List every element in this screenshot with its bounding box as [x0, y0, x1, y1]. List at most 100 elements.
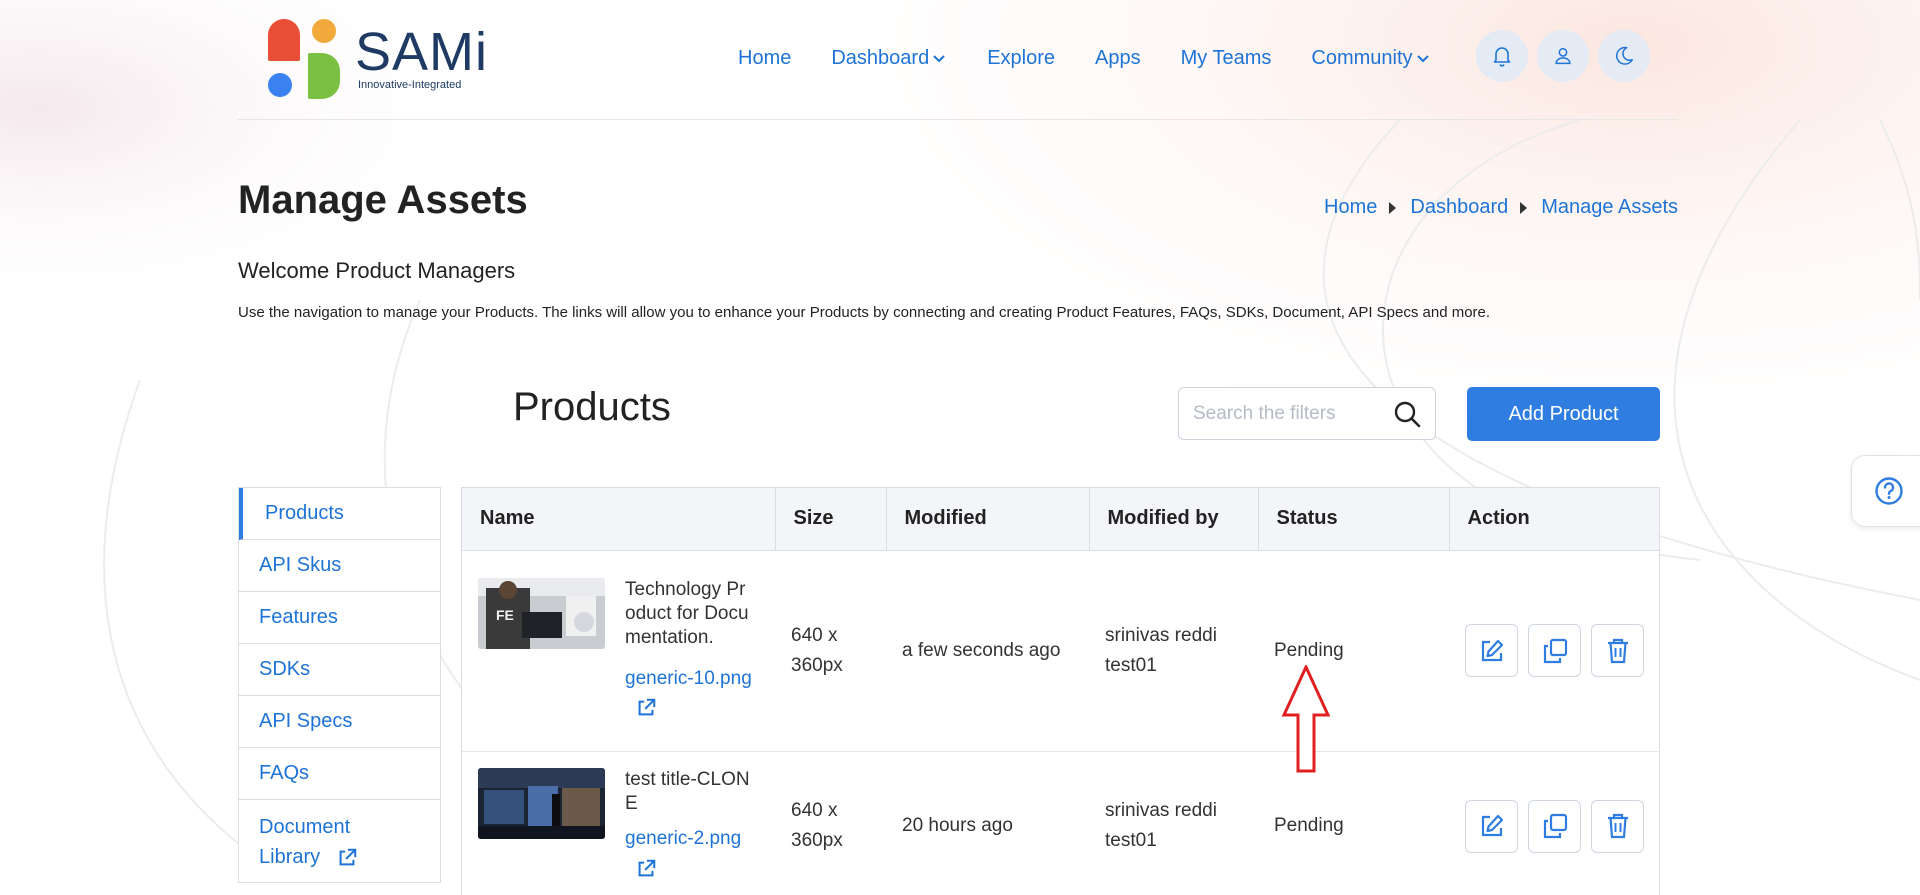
column-header-modified-by[interactable]: Modified by: [1089, 488, 1259, 551]
size-cell: 640 x 360px: [775, 550, 886, 752]
top-header: SAMi Innovative-Integrated Home Dashboar…: [238, 0, 1678, 120]
copy-icon: [1543, 638, 1567, 663]
copy-icon: [1543, 813, 1567, 839]
column-header-name[interactable]: Name: [462, 488, 776, 551]
breadcrumb-separator-icon: [1520, 201, 1528, 214]
profile-button[interactable]: [1537, 30, 1589, 82]
product-name: Technology Product for Documentation.: [625, 578, 749, 648]
delete-button[interactable]: [1591, 624, 1644, 677]
modified-by-value: srinivas reddi test01: [1105, 800, 1217, 851]
sidebar-item-products[interactable]: Products: [239, 488, 440, 540]
nav-community[interactable]: Community: [1311, 47, 1430, 70]
modified-cell: a few seconds ago: [886, 550, 1089, 752]
sidebar-item-document-library[interactable]: Document Library: [239, 800, 440, 882]
table-row: FE Technology Product for Documentation.…: [462, 550, 1659, 752]
breadcrumb-home[interactable]: Home: [1324, 196, 1377, 219]
column-header-size[interactable]: Size: [775, 488, 887, 551]
theme-toggle-button[interactable]: [1598, 30, 1650, 82]
brand-tagline: Innovative-Integrated: [358, 79, 462, 91]
name-cell: FE Technology Product for Documentation.…: [462, 550, 775, 752]
nav-apps[interactable]: Apps: [1095, 47, 1141, 70]
nav-home[interactable]: Home: [738, 47, 791, 70]
search-icon[interactable]: [1393, 400, 1421, 428]
welcome-heading: Welcome Product Managers: [238, 258, 516, 283]
sidebar-item-label: FAQs: [259, 762, 310, 784]
edit-icon: [1481, 814, 1503, 837]
modified-cell: 20 hours ago: [886, 751, 1089, 895]
sidebar-item-label: Features: [259, 606, 338, 628]
column-header-modified[interactable]: Modified: [886, 488, 1090, 551]
column-header-status[interactable]: Status: [1258, 488, 1450, 551]
breadcrumb: Home Dashboard Manage Assets: [1324, 196, 1678, 219]
search-input[interactable]: [1193, 402, 1383, 425]
notifications-button[interactable]: [1476, 30, 1528, 82]
name-cell: test title-CLONE generic-2.png: [462, 751, 775, 895]
trash-icon: [1607, 638, 1628, 663]
breadcrumb-dashboard[interactable]: Dashboard: [1410, 196, 1508, 219]
bell-icon: [1493, 47, 1511, 67]
add-product-button[interactable]: Add Product: [1467, 387, 1660, 441]
delete-button[interactable]: [1591, 799, 1644, 853]
nav-dashboard[interactable]: Dashboard: [831, 47, 947, 70]
sidebar-item-api-skus[interactable]: API Skus: [239, 540, 440, 592]
size-cell: 640 x 360px: [775, 751, 886, 895]
moon-icon: [1616, 46, 1633, 65]
sidebar-item-faqs[interactable]: FAQs: [239, 748, 440, 800]
edit-button[interactable]: [1465, 624, 1518, 677]
size-value: 640 x 360px: [791, 624, 843, 676]
help-icon: [1875, 477, 1903, 505]
table-row: test title-CLONE generic-2.png 640 x 360…: [462, 751, 1659, 895]
product-thumbnail[interactable]: [478, 768, 605, 839]
user-icon: [1555, 47, 1571, 65]
file-link[interactable]: generic-10.png: [625, 664, 755, 724]
nav-apps-label: Apps: [1095, 46, 1141, 69]
product-name: test title-CLONE: [625, 769, 750, 814]
nav-my-teams[interactable]: My Teams: [1181, 47, 1272, 70]
search-box: [1178, 387, 1436, 440]
action-cell: [1449, 550, 1659, 752]
sidebar-item-features[interactable]: Features: [239, 592, 440, 644]
action-cell: [1449, 751, 1659, 895]
nav-home-label: Home: [738, 46, 792, 69]
chevron-down-icon: [933, 55, 945, 63]
file-link[interactable]: generic-2.png: [625, 824, 755, 884]
products-heading: Products: [513, 385, 671, 429]
column-header-action: Action: [1449, 488, 1659, 551]
products-table: Name Size Modified Modified by Status Ac…: [461, 487, 1660, 895]
nav-explore[interactable]: Explore: [987, 47, 1055, 70]
nav-my-teams-label: My Teams: [1180, 46, 1272, 69]
sidebar-item-label: SDKs: [259, 658, 311, 680]
external-link-icon: [339, 848, 356, 866]
external-link-icon: [638, 699, 656, 716]
sidebar-item-api-specs[interactable]: API Specs: [239, 696, 440, 748]
sidebar-item-sdks[interactable]: SDKs: [239, 644, 440, 696]
external-link-icon: [638, 859, 656, 877]
chevron-down-icon: [1416, 55, 1429, 63]
nav-explore-label: Explore: [987, 46, 1056, 69]
file-name: generic-2.png: [625, 828, 742, 849]
nav-dashboard-label: Dashboard: [831, 46, 930, 69]
clone-button[interactable]: [1528, 799, 1581, 853]
modified-by-cell: srinivas reddi test01: [1089, 751, 1258, 895]
clone-button[interactable]: [1528, 624, 1581, 677]
header-icon-group: [1476, 30, 1650, 82]
page-title: Manage Assets: [238, 178, 528, 222]
size-value: 640 x 360px: [791, 800, 843, 851]
breadcrumb-separator-icon: [1389, 201, 1397, 214]
sidebar-item-label: API Skus: [259, 554, 342, 576]
help-button[interactable]: [1851, 455, 1920, 527]
table-header-row: Name Size Modified Modified by Status Ac…: [462, 488, 1659, 551]
svg-text:FE: FE: [496, 607, 514, 623]
modified-by-value: srinivas reddi test01: [1105, 624, 1217, 676]
intro-text: Use the navigation to manage your Produc…: [238, 304, 1491, 321]
logo-mark-icon: [268, 17, 343, 101]
breadcrumb-manage-assets[interactable]: Manage Assets: [1541, 196, 1678, 219]
edit-icon: [1481, 639, 1503, 661]
edit-button[interactable]: [1465, 799, 1518, 853]
sidebar-item-label: API Specs: [259, 710, 353, 732]
product-thumbnail[interactable]: FE: [478, 577, 605, 649]
brand-logo[interactable]: SAMi Innovative-Integrated: [268, 17, 508, 105]
nav-community-label: Community: [1311, 46, 1413, 69]
annotation-arrow-up-icon: [1281, 665, 1331, 773]
brand-name: SAMi: [355, 22, 489, 82]
